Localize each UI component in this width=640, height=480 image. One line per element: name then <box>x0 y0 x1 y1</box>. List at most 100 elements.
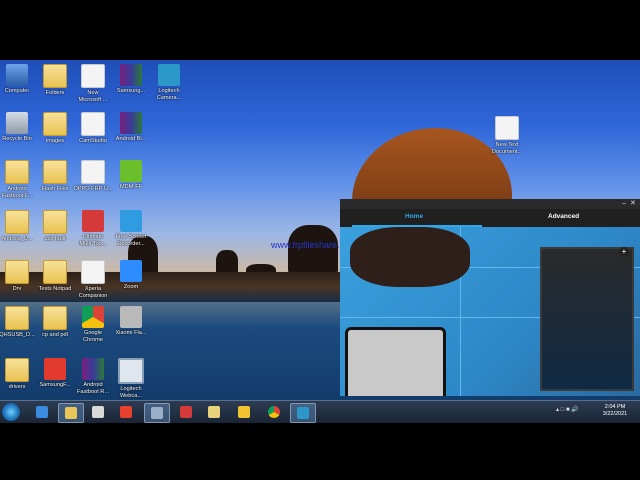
winrar-icon <box>82 358 104 380</box>
taskbar-app-button[interactable] <box>290 403 316 423</box>
chrome-icon <box>82 306 104 328</box>
text-document-icon <box>495 116 519 140</box>
desktop-icon-label: Xiaomi Fla... <box>115 330 147 336</box>
desktop-icon-label: OPPO FRP U... <box>73 186 113 192</box>
document-icon <box>81 64 105 88</box>
video-frame: + <box>340 227 640 396</box>
computer-icon <box>6 64 28 86</box>
folder-icon <box>5 358 29 382</box>
camstudio-icon <box>81 112 105 136</box>
folder-icon <box>5 160 29 184</box>
folder-icon <box>43 306 67 330</box>
desktop-icon[interactable]: Free Screen Recorder... <box>111 210 151 247</box>
desktop-icon-label: Xperia Companion <box>78 286 108 299</box>
toolbox-icon <box>82 210 104 232</box>
folder-icon <box>5 306 29 330</box>
desktop-icon[interactable]: QHSUSB_D... <box>0 306 37 339</box>
desktop-icon[interactable]: cp and pdl <box>35 306 75 339</box>
date-text: 3/22/2021 <box>602 411 628 417</box>
tab-home[interactable]: Home <box>405 213 423 220</box>
phone-device <box>345 327 446 396</box>
desktop-icon[interactable]: Ultimate Multi Too... <box>73 210 113 247</box>
desktop-icon[interactable]: CamStudio <box>73 112 113 145</box>
desktop-icon[interactable]: images <box>35 112 75 145</box>
desktop-icon[interactable]: Android Fastboot R... <box>73 358 113 395</box>
tools-icon <box>238 406 250 418</box>
file-explorer-icon <box>65 407 77 419</box>
tool-icon <box>81 160 105 184</box>
taskbar-app-button[interactable] <box>262 403 286 421</box>
system-tray[interactable]: ▴ □ ■ 🔊 <box>556 406 579 413</box>
desktop-icon[interactable]: Samsung... <box>111 64 151 95</box>
zoom-icon <box>120 260 142 282</box>
hand <box>350 227 470 287</box>
time-text: 2:04 PM <box>604 404 626 410</box>
desktop-icon[interactable]: usb fault <box>35 210 75 243</box>
taskbar-app-button[interactable] <box>86 403 110 421</box>
clock[interactable]: 2:04 PM 3/22/2021 <box>598 404 632 418</box>
winrar-icon <box>120 64 142 86</box>
desktop-icon-label: Folders <box>45 90 65 96</box>
xperia-icon <box>81 260 105 284</box>
desktop-icon[interactable]: Tests Notpad <box>35 260 75 293</box>
tab-advanced[interactable]: Advanced <box>548 213 579 220</box>
camera-app-icon <box>297 407 309 419</box>
desktop-icon[interactable]: Android Fastboot F... <box>0 160 37 199</box>
taskbar-app-button[interactable] <box>144 403 170 423</box>
sea-stack <box>288 225 338 275</box>
circuit-board <box>540 247 634 391</box>
start-button[interactable] <box>2 403 20 421</box>
desktop-icon-label: Recycle Bin <box>2 136 32 142</box>
desktop-icon[interactable]: Recycle Bin <box>0 112 37 143</box>
desktop-icon[interactable]: Folders <box>35 64 75 97</box>
desktop-icon[interactable]: Xperia Companion <box>73 260 113 299</box>
desktop-icon-label: Ultimate Multi Too... <box>79 234 107 247</box>
video-player-window[interactable]: – ✕ Home Advanced + <box>340 199 640 396</box>
desktop-icon-label: Computer <box>4 88 30 94</box>
minimize-button[interactable]: – <box>622 199 626 209</box>
desktop-icon[interactable]: Computer <box>0 64 37 95</box>
desktop-icon-label: New Microsoft ... <box>78 90 108 103</box>
desktop-icon-label: CamStudio <box>79 138 107 144</box>
samsung-frp-icon <box>44 358 66 380</box>
desktop-icon[interactable]: Flash Files <box>35 160 75 193</box>
desktop-icon-label: SamsungF... <box>39 382 71 388</box>
taskbar-app-button[interactable] <box>30 403 54 421</box>
desktop-icon[interactable]: Android_U... <box>0 210 37 243</box>
toolbox-icon <box>180 406 192 418</box>
desktop-icon-label: Android Fastboot F... <box>1 186 33 199</box>
taskbar-app-button[interactable] <box>232 403 256 421</box>
desktop-icon[interactable]: MDM-FF <box>111 160 151 191</box>
desktop-icon[interactable]: Logitech Webca... <box>111 358 151 399</box>
close-button[interactable]: ✕ <box>630 199 636 209</box>
taskbar-app-button[interactable] <box>114 403 138 421</box>
desktop-icon-label: Free Screen Recorder... <box>115 234 147 247</box>
desktop-icon[interactable]: Logitech Camera... <box>149 64 189 101</box>
desktop-icon[interactable]: OPPO FRP U... <box>73 160 113 193</box>
taskbar-app-button[interactable] <box>202 403 226 421</box>
desktop-icon-label: Drv <box>12 286 22 292</box>
taskbar-app-button[interactable] <box>174 403 198 421</box>
desktop-icon[interactable]: SamsungF... <box>35 358 75 389</box>
desktop-icon-label: QHSUSB_D... <box>0 332 35 338</box>
folder-icon <box>43 210 67 234</box>
taskbar-app-button[interactable] <box>58 403 84 423</box>
chrome-icon <box>268 406 280 418</box>
desktop-icon[interactable]: Xiaomi Fla... <box>111 306 151 337</box>
computer-icon <box>151 407 163 419</box>
camera-app-icon <box>158 64 180 86</box>
add-button[interactable]: + <box>619 247 629 257</box>
desktop-icon-label: images <box>45 138 65 144</box>
player-tabbar: Home Advanced <box>340 209 640 227</box>
desktop-icon[interactable]: New Microsoft ... <box>73 64 113 103</box>
folder-icon <box>43 160 67 184</box>
desktop-icon[interactable]: Android Bi... <box>111 112 151 143</box>
desktop-icon[interactable]: drivers <box>0 358 37 391</box>
media-player-icon <box>92 406 104 418</box>
desktop-icon[interactable]: Zoom <box>111 260 151 291</box>
desktop-icon[interactable]: New Text Document... <box>487 116 527 155</box>
desktop-icon[interactable]: Drv <box>0 260 37 293</box>
desktop-icon[interactable]: Google Chrome <box>73 306 113 343</box>
player-titlebar[interactable]: – ✕ <box>340 199 640 209</box>
desktop-icon-label: Android_U... <box>1 236 33 242</box>
